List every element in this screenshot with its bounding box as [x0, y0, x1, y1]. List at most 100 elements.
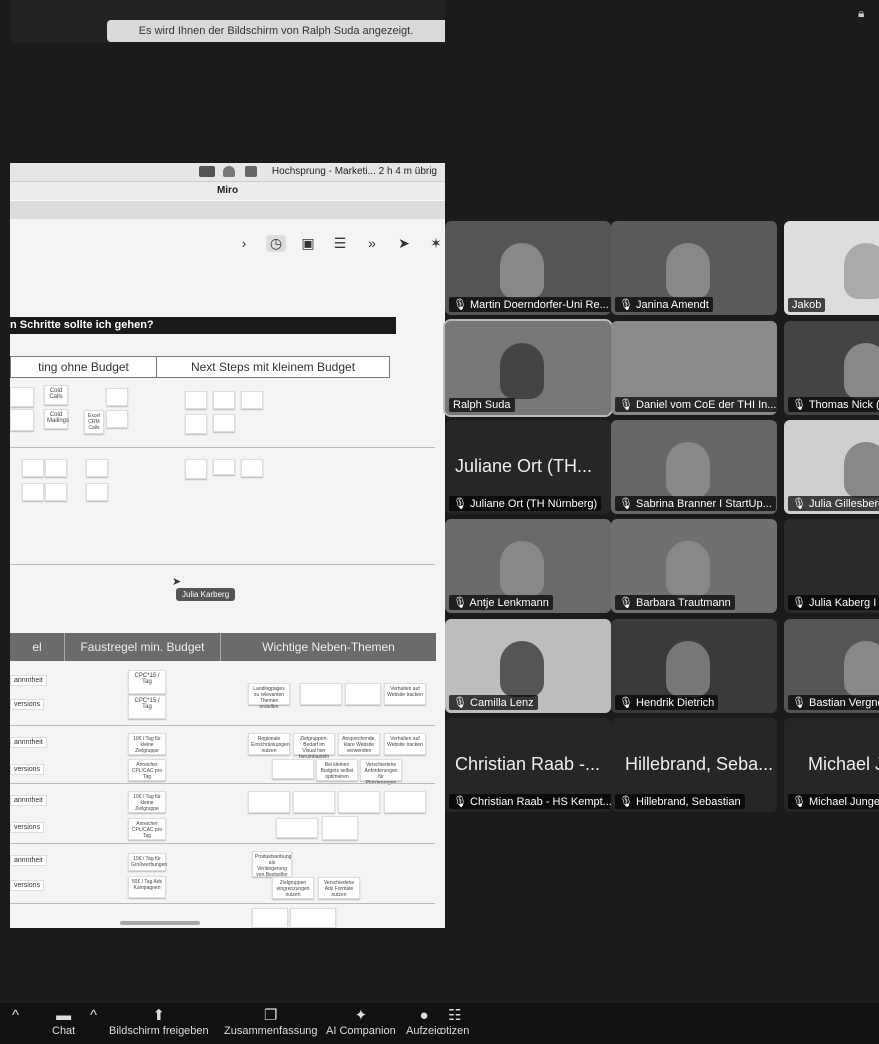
caret-up-icon[interactable]: ^ — [12, 1007, 19, 1025]
divider — [10, 725, 435, 726]
caret-up-icon[interactable]: ^ — [90, 1007, 97, 1025]
topic-note[interactable] — [293, 791, 335, 813]
participant-tile[interactable]: 🎙︎ Thomas Nick (H — [784, 321, 879, 415]
budget-note[interactable]: 10€ / Tag für Großwerbungen — [128, 853, 167, 871]
participant-tile[interactable]: 🎙︎ Janina Amendt — [611, 221, 777, 315]
topic-note[interactable]: Landingpages zu relevanten Themen erstel… — [248, 683, 290, 710]
participant-tile-speaking[interactable]: Ralph Suda — [443, 319, 613, 417]
record-icon: ● — [419, 1007, 429, 1024]
summary-button[interactable]: ❐ Zusammenfassung — [224, 1007, 318, 1037]
sticky-note[interactable] — [106, 388, 128, 406]
budget-note[interactable]: CPC*15 / Tag — [128, 670, 166, 694]
participant-tile[interactable]: 🎙︎ Julia Kaberg I H — [784, 519, 879, 613]
card-icon[interactable]: ▣ — [298, 235, 318, 252]
topic-note[interactable] — [300, 683, 342, 705]
sticky-note[interactable] — [241, 459, 263, 477]
sticky-note[interactable] — [22, 459, 44, 477]
topic-note[interactable] — [338, 791, 380, 813]
topic-note[interactable] — [345, 683, 381, 705]
topic-note[interactable] — [252, 908, 288, 928]
share-screen-button[interactable]: ⬆ Bildschirm freigeben — [109, 1007, 209, 1037]
topic-note[interactable]: Verhalten auf Website tracken — [384, 733, 426, 755]
sticky-note[interactable]: Cold Mailings — [44, 409, 69, 429]
chat-button[interactable]: ▬ Chat — [52, 1007, 75, 1037]
sticky-note[interactable] — [86, 483, 108, 501]
topic-note[interactable] — [276, 818, 318, 838]
sticky-note[interactable]: Excel CRM Calls — [84, 410, 104, 434]
sticky-note[interactable] — [213, 414, 235, 432]
timer-icon[interactable]: ◷ — [266, 234, 286, 252]
sticky-note[interactable] — [86, 459, 108, 477]
budget-note[interactable]: Anreicher CPL/CAC pro Tag — [128, 759, 166, 781]
participant-tile[interactable]: 🎙︎ Daniel vom CoE der THI In... — [611, 321, 777, 415]
budget-note[interactable]: CPC*15 / Tag — [128, 695, 166, 719]
shared-screen[interactable]: Hochsprung - Marketi... 2 h 4 m übrig Mi… — [10, 163, 445, 928]
board-toolbar: › ◷ ▣ ☰ » ➤ ✶ — [220, 225, 445, 261]
sticky-note[interactable] — [10, 387, 34, 407]
sticky-note[interactable] — [185, 391, 207, 409]
topic-note[interactable]: Zielgruppen eingrenzungen nutzen — [272, 877, 314, 899]
horizontal-scrollbar[interactable] — [120, 921, 200, 925]
topic-note[interactable] — [290, 908, 336, 928]
sticky-note[interactable] — [241, 391, 263, 409]
share-screen-icon: ⬆ — [152, 1007, 166, 1024]
divider — [10, 447, 435, 448]
budget-note[interactable]: 10€ / Tag für kleine Zielgruppe — [128, 791, 166, 813]
participant-tile[interactable]: 🎙︎ Martin Doerndorfer-Uni Re... — [445, 221, 611, 315]
cursor-icon: ➤ — [172, 576, 182, 588]
participant-tile[interactable]: 🎙︎ Bastian Vergnor — [784, 619, 879, 713]
topic-note[interactable] — [248, 791, 290, 813]
topic-note[interactable]: Zielgruppen-Bedarf im Visual hier herumb… — [293, 733, 335, 760]
topic-note[interactable]: Verschiedene Anforderungen für Platzieru… — [360, 759, 402, 786]
sticky-note[interactable]: Cold Calls — [44, 385, 68, 405]
tree-icon — [245, 166, 257, 177]
video-feed — [500, 243, 544, 299]
topic-note[interactable] — [322, 816, 358, 840]
ai-companion-button[interactable]: ✦ AI Companion — [326, 1007, 396, 1037]
sticky-note[interactable] — [10, 409, 34, 431]
participant-tile[interactable]: 🎙︎ Hendrik Dietrich — [611, 619, 777, 713]
participant-tile[interactable]: Juliane Ort (TH... 🎙︎ Juliane Ort (TH Nür… — [445, 420, 611, 514]
participant-tile[interactable]: Michael J 🎙︎ Michael Junger — [784, 718, 879, 812]
budget-note[interactable]: 50€ / Tag Ads Kampagnen — [128, 876, 166, 898]
sticky-note[interactable] — [22, 483, 44, 501]
video-feed — [666, 641, 710, 697]
cursor-user-label: Julia Karberg — [176, 588, 236, 601]
participant-tile[interactable]: Jakob — [784, 221, 879, 315]
topic-note[interactable]: Regionale Einschränkungen nutzen — [248, 733, 290, 755]
participant-tile[interactable]: 🎙︎ Camilla Lenz — [445, 619, 611, 713]
sticky-note[interactable] — [45, 483, 67, 501]
topic-note[interactable] — [384, 791, 426, 813]
participant-name: 🎙︎ Daniel vom CoE der THI In... — [615, 397, 777, 412]
more-icon[interactable]: » — [362, 235, 382, 251]
topic-note[interactable] — [272, 759, 314, 779]
chevron-right-icon[interactable]: › — [234, 235, 254, 251]
participant-tile[interactable]: 🎙︎ Sabrina Branner I StartUp... — [611, 420, 777, 514]
select-icon[interactable]: ➤ — [394, 235, 414, 252]
participant-tile[interactable]: 🎙︎ Antje Lenkmann — [445, 519, 611, 613]
topic-note[interactable]: Ansprechende, klare Website verwenden — [338, 733, 380, 755]
sticky-note[interactable] — [45, 459, 67, 477]
sticky-note[interactable] — [185, 459, 207, 479]
topic-note[interactable]: Verhalten auf Website tracken — [384, 683, 426, 705]
sticky-note[interactable] — [213, 459, 235, 475]
participant-tile[interactable]: 🎙︎ Julia Gillesberge — [784, 420, 879, 514]
record-button[interactable]: ● Aufzeic — [406, 1007, 442, 1037]
notes-icon[interactable]: ☰ — [330, 235, 350, 252]
participant-tile[interactable]: Hillebrand, Seba... 🎙︎ Hillebrand, Sebast… — [611, 718, 777, 812]
mac-menubar: Hochsprung - Marketi... 2 h 4 m übrig — [10, 163, 445, 182]
sticky-note[interactable] — [106, 410, 128, 428]
sticky-note[interactable] — [185, 414, 207, 434]
topic-note[interactable]: Produktwerbung als Verlängerung von Best… — [252, 851, 292, 878]
budget-note[interactable]: 10€ / Tag für kleine Zielgruppe — [128, 733, 166, 755]
topic-note[interactable]: Bei kleinen Budgets selbst optimieren — [316, 759, 358, 781]
video-feed — [500, 641, 544, 697]
participant-tile[interactable]: Christian Raab -... 🎙︎ Christian Raab - H… — [445, 718, 611, 812]
notes-button[interactable]: ☷ otizen — [440, 1007, 469, 1037]
budget-note[interactable]: Anreicher CPL/CAC pro Tag — [128, 818, 166, 840]
participant-tile[interactable]: 🎙︎ Barbara Trautmann — [611, 519, 777, 613]
chat-icon: ▬ — [56, 1007, 72, 1024]
topic-note[interactable]: Verschiedene Ads Formate nutzen — [318, 877, 360, 899]
celebrate-icon[interactable]: ✶ — [426, 235, 445, 252]
sticky-note[interactable] — [213, 391, 235, 409]
